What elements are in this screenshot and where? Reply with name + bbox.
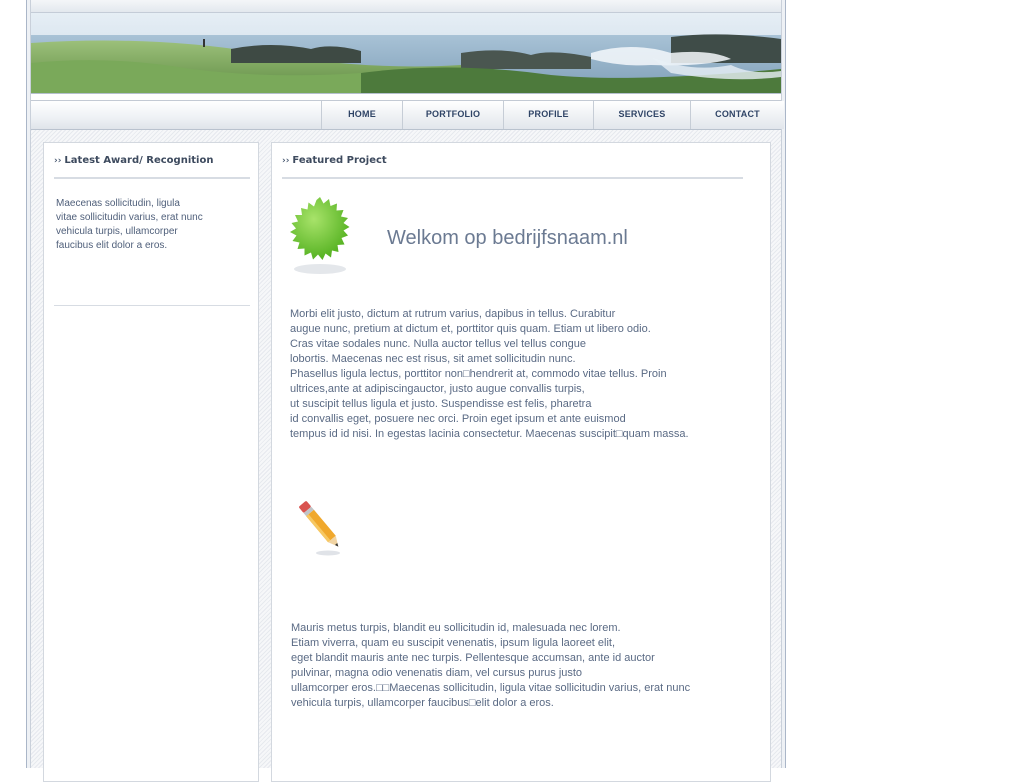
top-strip bbox=[31, 0, 781, 13]
nav-services[interactable]: SERVICES bbox=[593, 101, 690, 129]
nav-items: HOME PORTFOLIO PROFILE SERVICES CONTACT bbox=[321, 101, 784, 129]
green-starburst-icon bbox=[280, 195, 360, 282]
pencil-icon bbox=[294, 495, 348, 562]
main-navigation: HOME PORTFOLIO PROFILE SERVICES CONTACT bbox=[31, 100, 784, 130]
paragraph-intro: Morbi elit justo, dictum at rutrum variu… bbox=[290, 308, 689, 440]
nav-profile[interactable]: PROFILE bbox=[503, 101, 593, 129]
page-frame: HOME PORTFOLIO PROFILE SERVICES CONTACT … bbox=[26, 0, 786, 782]
sidebar: ›› Latest Award/ Recognition Maecenas sol… bbox=[43, 142, 259, 782]
sidebar-text: Maecenas sollicitudin, ligula vitae soll… bbox=[56, 198, 203, 251]
paragraph-secondary: Mauris metus turpis, blandit eu sollicit… bbox=[291, 622, 691, 709]
content-area: ›› Latest Award/ Recognition Maecenas sol… bbox=[31, 130, 781, 782]
header-banner bbox=[31, 13, 781, 94]
main-title-divider bbox=[282, 177, 743, 179]
sidebar-title: ›› Latest Award/ Recognition bbox=[54, 155, 213, 166]
nav-contact[interactable]: CONTACT bbox=[690, 101, 784, 129]
double-chevron-right-icon: ›› bbox=[282, 156, 290, 166]
coastal-landscape-image bbox=[31, 13, 781, 93]
main-title: ›› Featured Project bbox=[282, 155, 387, 166]
main-content: ›› Featured Project Welkom op bedrijfsna… bbox=[271, 142, 771, 782]
site-container: HOME PORTFOLIO PROFILE SERVICES CONTACT … bbox=[30, 0, 784, 782]
nav-portfolio[interactable]: PORTFOLIO bbox=[402, 101, 503, 129]
sidebar-divider bbox=[54, 305, 250, 306]
double-chevron-right-icon: ›› bbox=[54, 156, 62, 166]
welcome-heading: Welkom op bedrijfsnaam.nl bbox=[387, 227, 628, 249]
sidebar-title-divider bbox=[54, 177, 250, 179]
sidebar-title-text: Latest Award/ Recognition bbox=[64, 155, 214, 166]
main-title-text: Featured Project bbox=[292, 155, 387, 166]
nav-home[interactable]: HOME bbox=[321, 101, 402, 129]
